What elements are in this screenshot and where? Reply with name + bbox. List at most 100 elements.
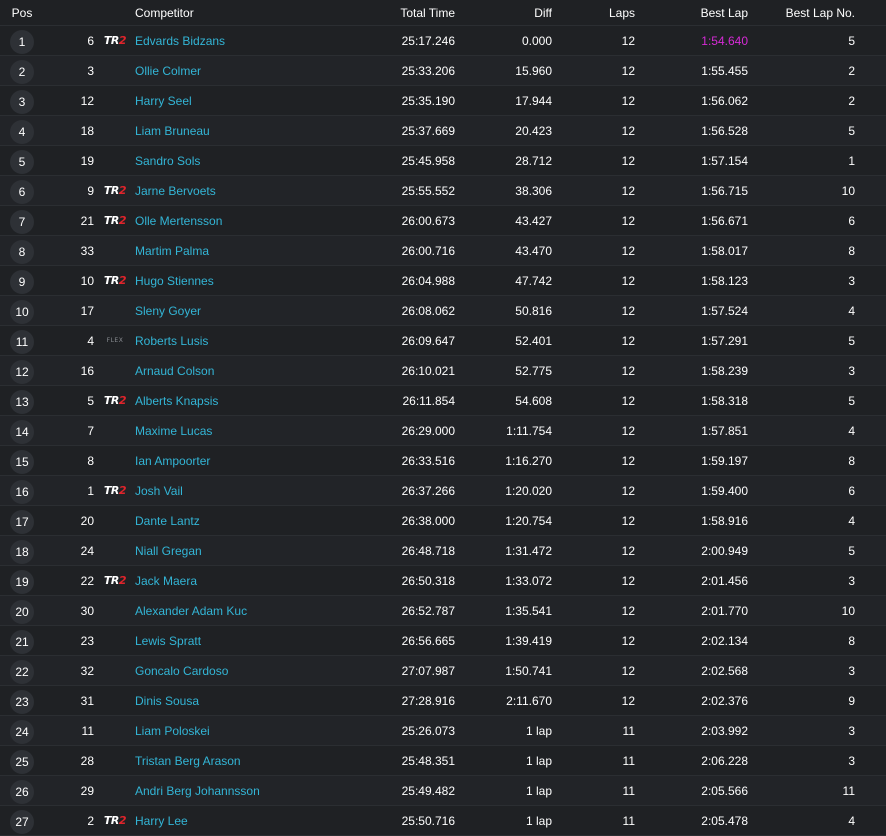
- competitor-name-link[interactable]: Liam Poloskei: [135, 716, 365, 745]
- competitor-name-link[interactable]: Harry Seel: [135, 86, 365, 115]
- table-row: 1 6 TR2 Edvards Bidzans 25:17.246 0.000 12 1:54…: [0, 26, 886, 56]
- car-number: 7: [87, 423, 94, 438]
- tr2-logo-icon: TR2: [103, 394, 127, 407]
- position-badge: 15: [10, 449, 34, 474]
- position-badge: 5: [10, 149, 34, 174]
- competitor-name-link[interactable]: Niall Gregan: [135, 536, 365, 565]
- position-badge: 12: [10, 359, 34, 384]
- competitor-name-link[interactable]: Roberts Lusis: [135, 326, 365, 355]
- best-lap: 2:05.566: [701, 783, 748, 798]
- tr2-logo-icon: TR2: [104, 34, 127, 47]
- team-logo-cell: [100, 146, 130, 175]
- diff: 20.423: [515, 123, 552, 138]
- team-logo-cell: FLEX: [100, 326, 130, 355]
- competitor-name-link[interactable]: Jack Maera: [135, 566, 365, 595]
- header-best-lap-no[interactable]: Best Lap No.: [760, 0, 855, 25]
- best-lap-number: 3: [848, 363, 855, 378]
- car-number: 20: [80, 513, 94, 528]
- header-pos[interactable]: Pos: [0, 0, 44, 25]
- header-best-lap[interactable]: Best Lap: [650, 0, 748, 25]
- best-lap: 2:02.376: [701, 693, 748, 708]
- total-time: 25:26.073: [401, 723, 455, 738]
- position-cell: 24: [0, 716, 44, 745]
- tr2-logo-text: TR: [103, 394, 119, 407]
- team-logo-cell: [100, 446, 130, 475]
- team-logo-cell: [100, 86, 130, 115]
- competitor-name-link[interactable]: Sandro Sols: [135, 146, 365, 175]
- car-number: 9: [87, 183, 94, 198]
- competitor-name-link[interactable]: Lewis Spratt: [135, 626, 365, 655]
- total-time: 25:45.958: [401, 153, 455, 168]
- header-total-time[interactable]: Total Time: [365, 0, 455, 25]
- diff: 28.712: [515, 153, 552, 168]
- competitor-name-link[interactable]: Edvards Bidzans: [135, 26, 365, 55]
- best-lap-number: 8: [848, 243, 855, 258]
- laps: 12: [621, 243, 635, 258]
- header-competitor[interactable]: Competitor: [135, 0, 365, 25]
- team-logo-cell: TR2: [100, 176, 130, 205]
- competitor-name-link[interactable]: Hugo Stiennes: [135, 266, 365, 295]
- car-number: 4: [87, 333, 94, 348]
- position-cell: 3: [0, 86, 44, 115]
- best-lap-number: 2: [848, 93, 855, 108]
- car-number: 10: [80, 273, 94, 288]
- laps: 12: [621, 693, 635, 708]
- laps: 12: [621, 363, 635, 378]
- team-logo-cell: [100, 626, 130, 655]
- position-cell: 20: [0, 596, 44, 625]
- position-badge: 8: [10, 239, 34, 264]
- best-lap-number: 3: [848, 573, 855, 588]
- position-badge: 19: [10, 569, 34, 594]
- table-row: 6 9 TR2 Jarne Bervoets 25:55.552 38.306 12 1:56…: [0, 176, 886, 206]
- competitor-name-link[interactable]: Goncalo Cardoso: [135, 656, 365, 685]
- competitor-name-link[interactable]: Alberts Knapsis: [135, 386, 365, 415]
- header-laps[interactable]: Laps: [560, 0, 635, 25]
- competitor-name-link[interactable]: Dinis Sousa: [135, 686, 365, 715]
- competitor-name-link[interactable]: Tristan Berg Arason: [135, 746, 365, 775]
- competitor-name-link[interactable]: Alexander Adam Kuc: [135, 596, 365, 625]
- diff: 52.775: [515, 363, 552, 378]
- competitor-name-link[interactable]: Ian Ampoorter: [135, 446, 365, 475]
- competitor-name-link[interactable]: Andri Berg Johannsson: [135, 776, 365, 805]
- tr2-logo-icon: TR2: [104, 214, 127, 227]
- header-diff[interactable]: Diff: [460, 0, 552, 25]
- competitor-name-link[interactable]: Jarne Bervoets: [135, 176, 365, 205]
- competitor-name-link[interactable]: Dante Lantz: [135, 506, 365, 535]
- total-time: 26:00.716: [401, 243, 455, 258]
- team-logo-cell: [100, 596, 130, 625]
- competitor-name-link[interactable]: Olle Mertensson: [135, 206, 365, 235]
- total-time: 26:00.673: [401, 213, 455, 228]
- best-lap-number: 6: [848, 483, 855, 498]
- competitor-name-link[interactable]: Martim Palma: [135, 236, 365, 265]
- best-lap: 1:58.239: [701, 363, 748, 378]
- tr2-logo-icon: TR2: [104, 184, 127, 197]
- best-lap-number: 3: [848, 273, 855, 288]
- laps: 12: [621, 153, 635, 168]
- total-time: 26:04.988: [401, 273, 455, 288]
- table-row: 3 12 Harry Seel 25:35.190 17.944 12 1:56.062 2: [0, 86, 886, 116]
- table-row: 22 32 Goncalo Cardoso 27:07.987 1:50.741 12 2:…: [0, 656, 886, 686]
- competitor-name-link[interactable]: Ollie Colmer: [135, 56, 365, 85]
- best-lap: 1:57.154: [701, 153, 748, 168]
- laps: 12: [621, 513, 635, 528]
- diff: 1:20.020: [505, 483, 552, 498]
- laps: 11: [622, 753, 635, 768]
- competitor-name-link[interactable]: Harry Lee: [135, 806, 365, 835]
- competitor-name-link[interactable]: Liam Bruneau: [135, 116, 365, 145]
- competitor-name-link[interactable]: Maxime Lucas: [135, 416, 365, 445]
- competitor-name-link[interactable]: Josh Vail: [135, 476, 365, 505]
- competitor-name-link[interactable]: Arnaud Colson: [135, 356, 365, 385]
- laps: 12: [621, 273, 635, 288]
- table-row: 21 23 Lewis Spratt 26:56.665 1:39.419 12 2:02.…: [0, 626, 886, 656]
- laps: 12: [621, 33, 635, 48]
- best-lap: 1:56.062: [701, 93, 748, 108]
- team-logo-cell: [100, 536, 130, 565]
- tr2-logo-accent: 2: [118, 214, 127, 227]
- total-time: 25:35.190: [401, 93, 455, 108]
- team-logo-cell: [100, 416, 130, 445]
- car-number: 18: [80, 123, 94, 138]
- team-logo-cell: [100, 776, 130, 805]
- best-lap-number: 3: [848, 753, 855, 768]
- competitor-name-link[interactable]: Sleny Goyer: [135, 296, 365, 325]
- best-lap-number: 8: [848, 633, 855, 648]
